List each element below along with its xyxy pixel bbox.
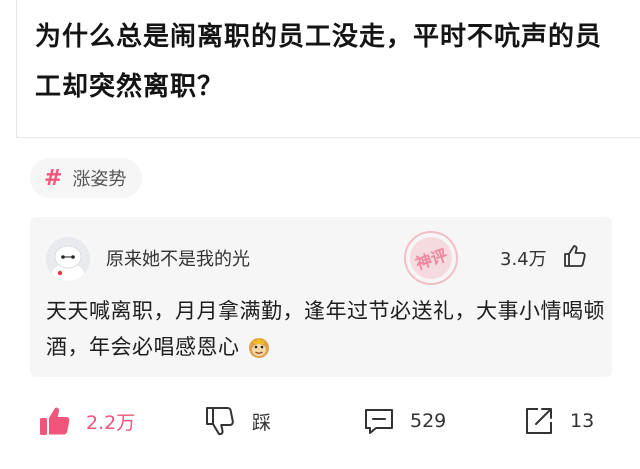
dislike-label: 踩 <box>252 411 272 434</box>
comment-count-label: 529 <box>410 410 447 432</box>
thumbs-up-outline-icon[interactable] <box>562 243 588 269</box>
comment-body: 天天喊离职，月月拿满勤，逢年过节必送礼，大事小情喝顿酒，年会必唱感恩心 <box>46 293 606 365</box>
dislike-button[interactable]: 踩 <box>204 404 271 438</box>
avatar[interactable] <box>46 237 90 281</box>
thumbs-down-icon <box>206 407 234 436</box>
comment-like-count: 3.4万 <box>500 249 547 270</box>
hash-icon: # <box>44 165 63 191</box>
question-title[interactable]: 为什么总是闹离职的员工没走，平时不吭声的员工却突然离职？ <box>35 12 625 112</box>
topic-tag[interactable]: # 涨姿势 <box>30 158 143 198</box>
comment-user-name[interactable]: 原来她不是我的光 <box>106 245 250 271</box>
comment-button[interactable]: 529 <box>362 404 446 438</box>
question-card[interactable]: 为什么总是闹离职的员工没走，平时不吭声的员工却突然离职？ <box>16 0 640 138</box>
comment-text: 天天喊离职，月月拿满勤，逢年过节必送礼，大事小情喝顿酒，年会必唱感恩心 <box>46 299 605 359</box>
share-count-label: 13 <box>570 410 595 432</box>
thumbs-up-icon <box>40 407 70 435</box>
monkey-emoji-icon <box>248 338 269 358</box>
share-button[interactable]: 13 <box>522 404 594 438</box>
comment-icon <box>365 409 393 434</box>
like-button[interactable]: 2.2万 <box>38 404 135 438</box>
share-icon <box>526 408 552 434</box>
topic-tag-label: 涨姿势 <box>72 169 127 190</box>
hot-comment-badge-icon: 神评 <box>404 231 458 285</box>
like-count-label: 2.2万 <box>86 411 136 434</box>
action-bar: 2.2万 踩 529 13 <box>0 400 640 450</box>
top-comment-card[interactable]: 原来她不是我的光 神评 3.4万 天天喊离职，月月拿满勤，逢年过节必送礼，大事小… <box>30 217 612 377</box>
